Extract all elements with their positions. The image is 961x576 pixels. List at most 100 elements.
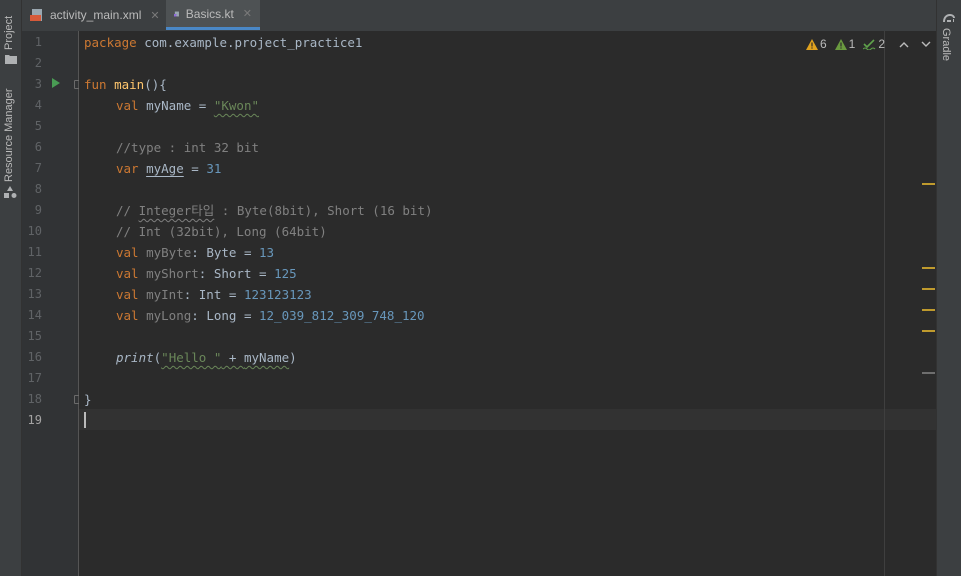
line-number-current: 19 <box>27 413 42 427</box>
inspection-widget[interactable]: 6 1 2 <box>805 37 931 51</box>
identifier: myAge <box>146 161 184 176</box>
number-literal: 123123123 <box>243 287 312 302</box>
warning-stripe-marker[interactable] <box>922 330 935 332</box>
tab-label: Basics.kt <box>185 6 234 21</box>
resource-icon <box>4 186 17 198</box>
project-tool-tab[interactable]: Project <box>0 6 21 66</box>
identifier: myName <box>243 350 290 365</box>
code-line-10: // Int (32bit), Long (64bit) <box>116 224 327 239</box>
type-annotation: : Byte = <box>191 245 259 260</box>
string-literal: "Kwon" <box>213 98 259 113</box>
keyword: package <box>84 35 137 50</box>
identifier: myInt <box>138 287 184 302</box>
line-number: 4 <box>34 98 42 112</box>
chevron-up-icon <box>899 41 909 47</box>
resource-manager-tool-tab[interactable]: Resource Manager <box>0 86 21 201</box>
keyword: val <box>116 245 139 260</box>
folder-icon <box>5 55 17 64</box>
function-name: main <box>114 77 145 92</box>
warning-stripe-marker[interactable] <box>922 309 935 311</box>
keyword: val <box>116 266 139 281</box>
code-line-13: val myInt: Int = 123123123 <box>116 284 312 305</box>
line-number: 6 <box>34 140 42 154</box>
comment: : Byte(8bit), Short (16 bit) <box>214 203 433 218</box>
line-number: 3 <box>34 77 42 91</box>
left-tool-strip: Project Resource Manager <box>0 0 22 576</box>
tab-label: activity_main.xml <box>50 8 142 22</box>
run-icon[interactable] <box>52 78 60 88</box>
kotlin-file-icon <box>174 11 179 16</box>
code-line-16: print("Hello " + myName) <box>116 347 297 368</box>
identifier: myByte <box>138 245 192 260</box>
keyword: val <box>116 308 139 323</box>
type-annotation: : Long = <box>191 308 259 323</box>
line-number: 5 <box>34 119 42 133</box>
line-number: 9 <box>34 203 42 217</box>
line-number: 17 <box>27 371 42 385</box>
warnings-indicator[interactable]: 6 <box>805 37 827 51</box>
line-number: 7 <box>34 161 42 175</box>
chevron-down-icon <box>921 41 931 47</box>
identifier: myLong <box>138 308 192 323</box>
tab-basics-kt[interactable]: Basics.kt ✕ <box>166 0 260 30</box>
line-number: 1 <box>34 35 42 49</box>
identifier: myName = <box>138 98 214 113</box>
comment: // <box>116 203 139 218</box>
package-name: com.example.project_practice1 <box>136 35 363 50</box>
project-tab-label: Project <box>3 15 15 50</box>
previous-highlight-button[interactable] <box>899 41 909 48</box>
keyword: var <box>116 161 139 176</box>
code-line-9: // Integer타입 : Byte(8bit), Short (16 bit… <box>116 200 433 221</box>
typo-check-icon <box>863 38 876 50</box>
typo-stripe-marker[interactable] <box>922 372 935 374</box>
xml-file-icon <box>30 9 42 21</box>
right-tool-strip: Gradle <box>936 0 961 576</box>
line-number: 13 <box>27 287 42 301</box>
operator: + <box>221 350 244 365</box>
gradle-tab-label: Gradle <box>940 28 952 62</box>
editor-tab-bar: activity_main.xml ✕ Basics.kt ✕ <box>22 0 936 32</box>
next-highlight-button[interactable] <box>921 41 931 48</box>
keyword: val <box>116 287 139 302</box>
code-line-6: //type : int 32 bit <box>116 140 259 155</box>
keyword: val <box>116 98 139 113</box>
line-number: 16 <box>27 350 42 364</box>
current-line-highlight <box>79 409 936 430</box>
weak-warnings-count: 1 <box>848 37 856 51</box>
string-literal: "Hello " <box>161 350 222 365</box>
close-icon[interactable]: ✕ <box>243 7 252 20</box>
warning-stripe-marker[interactable] <box>922 267 935 269</box>
typos-indicator[interactable]: 2 <box>863 37 885 51</box>
line-number: 11 <box>27 245 42 259</box>
line-number: 10 <box>27 224 42 238</box>
operator: = <box>183 161 207 176</box>
text-caret <box>84 412 86 428</box>
code-line-14: val myLong: Long = 12_039_812_309_748_12… <box>116 305 425 326</box>
punctuation: (){ <box>144 77 167 92</box>
gradle-tool-tab[interactable]: Gradle <box>937 10 961 70</box>
warning-stripe-marker[interactable] <box>922 183 935 185</box>
weak-warning-icon <box>834 38 847 50</box>
number-literal: 31 <box>206 161 222 176</box>
code-line-12: val myShort: Short = 125 <box>116 263 297 284</box>
close-icon[interactable]: ✕ <box>150 9 159 22</box>
line-number: 15 <box>27 329 42 343</box>
tab-activity-main-xml[interactable]: activity_main.xml ✕ <box>22 0 168 30</box>
code-line-4: val myName = "Kwon" <box>116 95 259 116</box>
code-editor[interactable]: package com.example.project_practice1 fu… <box>79 31 936 576</box>
punctuation: ) <box>289 350 297 365</box>
weak-warnings-indicator[interactable]: 1 <box>834 37 856 51</box>
number-literal: 12_039_812_309_748_120 <box>259 308 425 323</box>
code-line-11: val myByte: Byte = 13 <box>116 242 274 263</box>
warnings-count: 6 <box>819 37 827 51</box>
warning-stripe-marker[interactable] <box>922 288 935 290</box>
gradle-elephant-icon <box>943 14 955 22</box>
identifier: myShort <box>138 266 199 281</box>
code-line-18: } <box>84 392 92 407</box>
code-line-7: var myAge = 31 <box>116 158 221 179</box>
number-literal: 125 <box>274 266 297 281</box>
resource-manager-tab-label: Resource Manager <box>3 88 15 182</box>
line-number: 2 <box>34 56 42 70</box>
code-line-3: fun main(){ <box>84 74 167 95</box>
line-number: 8 <box>34 182 42 196</box>
